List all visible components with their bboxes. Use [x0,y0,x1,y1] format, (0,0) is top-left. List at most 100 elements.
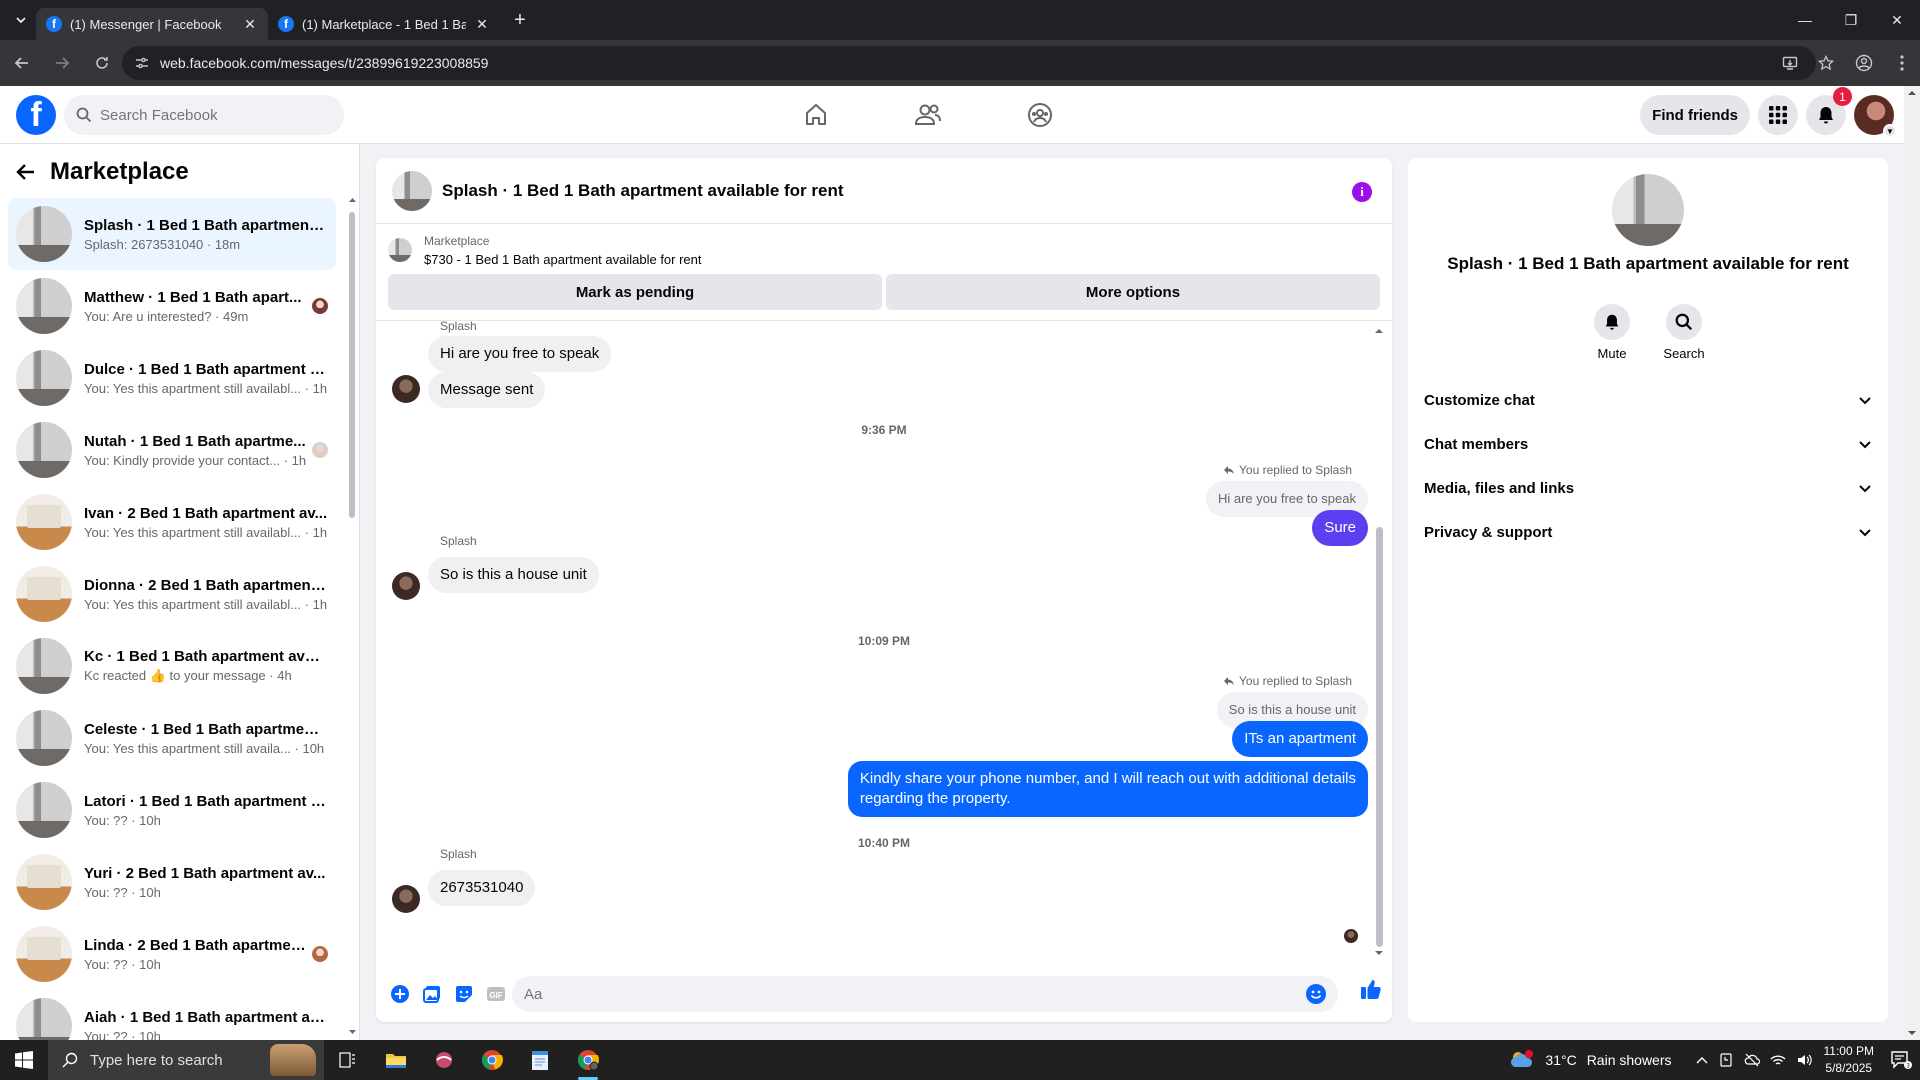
chat-avatar[interactable] [392,170,432,211]
browser-menu-icon[interactable] [1884,46,1920,80]
forward-button[interactable] [44,45,80,81]
message-bubble[interactable]: So is this a house unit [428,557,599,593]
message-bubble[interactable]: Sure [1312,510,1368,546]
info-section-chat-members[interactable]: Chat members [1416,422,1880,466]
site-info-icon[interactable] [134,55,150,71]
taskbar-clock[interactable]: 11:00 PM 5/8/2025 [1824,1043,1874,1077]
scroll-up-icon[interactable] [1908,90,1916,96]
notifications-button[interactable]: 1 [1806,87,1852,135]
nav-groups[interactable] [984,86,1096,144]
close-tab-icon[interactable]: ✕ [474,16,490,32]
conversation-item[interactable]: Aiah · 1 Bed 1 Bath apartment av... You: … [8,990,336,1041]
facebook-search[interactable] [64,95,344,135]
sidebar-scrollbar[interactable] [348,196,357,1036]
conversation-item[interactable]: Celeste · 1 Bed 1 Bath apartment... You: … [8,702,336,774]
info-section-media-files-and-links[interactable]: Media, files and links [1416,466,1880,510]
nav-home[interactable] [760,86,872,144]
nav-friends[interactable] [872,86,984,144]
info-icon[interactable]: i [1352,182,1372,202]
taskbar-search[interactable]: Type here to search [48,1040,324,1080]
network-icon[interactable] [1770,1052,1786,1068]
chat-title[interactable]: Splash · 1 Bed 1 Bath apartment availabl… [442,181,844,201]
task-view-icon[interactable] [324,1040,372,1080]
conversation-item[interactable]: Splash · 1 Bed 1 Bath apartment ... Splas… [8,198,336,270]
mark-as-pending-button[interactable]: Mark as pending [388,274,882,310]
close-tab-icon[interactable]: ✕ [242,16,258,32]
listing-banner[interactable]: Marketplace $730 - 1 Bed 1 Bath apartmen… [376,224,1392,278]
conversation-item[interactable]: Ivan · 2 Bed 1 Bath apartment av... You: … [8,486,336,558]
sender-avatar[interactable] [392,885,420,913]
conversation-item[interactable]: Linda · 2 Bed 1 Bath apartmen... You: ?? … [8,918,336,990]
conversation-item[interactable]: Dulce · 1 Bed 1 Bath apartment a... You: … [8,342,336,414]
tab-search-button[interactable] [6,5,36,35]
close-window-icon[interactable]: ✕ [1874,0,1920,40]
search-input[interactable] [100,106,320,124]
bookmark-star-icon[interactable] [1808,46,1844,80]
message-bubble[interactable]: 2673531040 [428,870,536,906]
address-bar[interactable]: web.facebook.com/messages/t/238996192230… [122,46,1816,80]
notepad-icon[interactable] [516,1040,564,1080]
emoji-icon[interactable] [1306,984,1326,1004]
gif-icon[interactable]: GIF [480,978,512,1010]
scrollbar-thumb[interactable] [349,212,355,518]
info-section-customize-chat[interactable]: Customize chat [1416,378,1880,422]
minimize-icon[interactable]: — [1782,0,1828,40]
menu-grid-button[interactable] [1758,95,1798,135]
sender-avatar[interactable] [392,375,420,403]
conversation-item[interactable]: Nutah · 1 Bed 1 Bath apartme... You: Kind… [8,414,336,486]
find-friends-button[interactable]: Find friends [1640,95,1750,135]
reload-button[interactable] [84,45,120,81]
install-app-icon[interactable] [1772,46,1808,80]
snipping-tool-icon[interactable] [420,1040,468,1080]
thread-scrollbar[interactable] [1374,327,1384,957]
chrome-icon[interactable] [468,1040,516,1080]
message-input-field[interactable] [512,976,1338,1012]
mute-button[interactable]: Mute [1594,304,1630,361]
back-button[interactable] [4,45,40,81]
thumbs-up-icon[interactable] [1360,978,1382,1000]
more-actions-plus-icon[interactable] [384,978,416,1010]
page-scrollbar[interactable] [1904,86,1920,1040]
scroll-up-icon[interactable] [348,196,357,204]
info-section-privacy-support[interactable]: Privacy & support [1416,510,1880,554]
conversation-item[interactable]: Yuri · 2 Bed 1 Bath apartment av... You: … [8,846,336,918]
scroll-down-icon[interactable] [1908,1030,1916,1036]
back-arrow-icon[interactable] [16,162,36,182]
weather-temp[interactable]: 31°C [1545,1052,1576,1068]
message-bubble[interactable]: Message sent [428,372,546,408]
account-avatar[interactable]: ▼ [1854,95,1897,138]
message-input[interactable] [524,985,1284,1003]
new-tab-button[interactable]: + [506,6,534,34]
weather-icon[interactable] [1509,1049,1535,1071]
scrollbar-thumb[interactable] [1376,527,1383,947]
browser-tab-marketplace[interactable]: f (1) Marketplace - 1 Bed 1 Bath ap ✕ [268,8,500,40]
scroll-down-icon[interactable] [348,1028,357,1036]
sticker-icon[interactable] [448,978,480,1010]
battery-plug-icon[interactable] [1718,1052,1734,1068]
more-options-button[interactable]: More options [886,274,1380,310]
sender-avatar[interactable] [392,572,420,600]
conversation-item[interactable]: Dionna · 2 Bed 1 Bath apartment... You: Y… [8,558,336,630]
conversation-item[interactable]: Matthew · 1 Bed 1 Bath apart... You: Are … [8,270,336,342]
notification-center-icon[interactable]: 3 [1890,1050,1912,1070]
search-in-chat-button[interactable]: Search [1663,304,1705,361]
conversation-item[interactable]: Kc · 1 Bed 1 Bath apartment avail... Kc r… [8,630,336,702]
message-bubble-long[interactable]: Kindly share your phone number, and I wi… [847,761,1368,817]
attach-photo-icon[interactable] [416,978,448,1010]
volume-icon[interactable] [1796,1052,1814,1068]
scroll-up-icon[interactable] [1374,327,1384,335]
restore-icon[interactable]: ❐ [1828,0,1874,40]
conversation-item[interactable]: Latori · 1 Bed 1 Bath apartment a... You:… [8,774,336,846]
chrome-profile-icon[interactable] [564,1040,612,1080]
start-button[interactable] [0,1040,48,1080]
cloud-offline-icon[interactable] [1744,1052,1760,1068]
profile-icon[interactable] [1844,46,1884,80]
scroll-down-icon[interactable] [1374,949,1384,957]
message-bubble[interactable]: Hi are you free to speak [428,336,612,372]
chevron-up-icon[interactable] [1696,1056,1708,1064]
browser-tab-messenger[interactable]: f (1) Messenger | Facebook ✕ [36,8,268,40]
file-explorer-icon[interactable] [372,1040,420,1080]
facebook-logo-icon[interactable]: f [16,95,56,135]
weather-desc[interactable]: Rain showers [1587,1052,1672,1068]
message-bubble[interactable]: ITs an apartment [1232,721,1368,757]
